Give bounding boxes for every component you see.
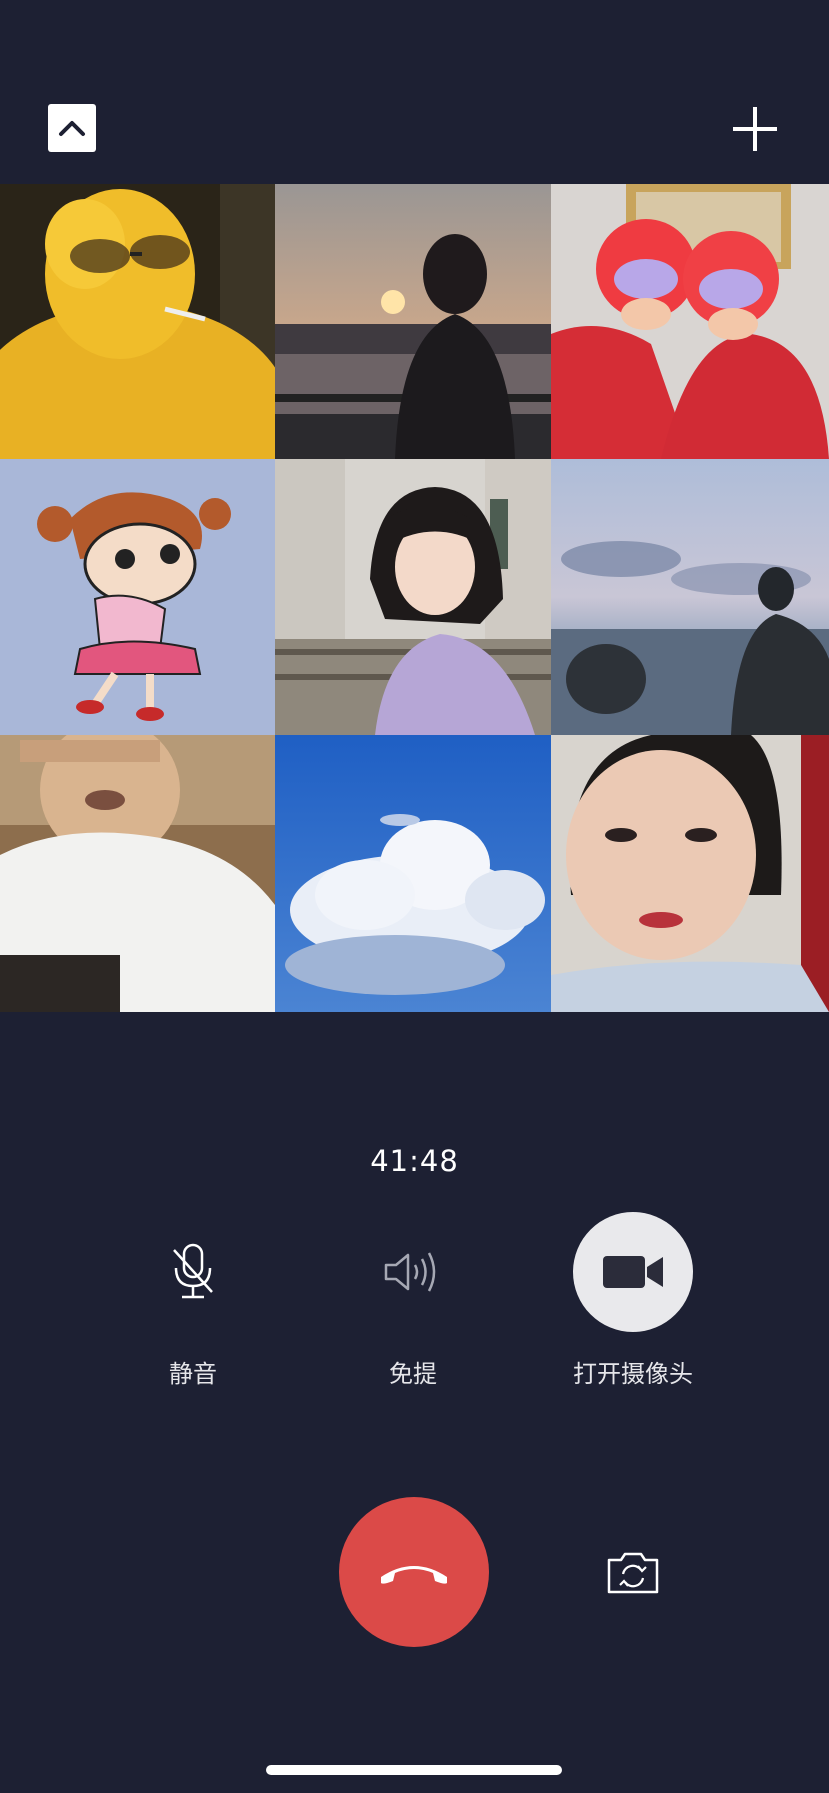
hang-up-button[interactable] — [339, 1497, 489, 1647]
mute-button[interactable] — [133, 1212, 253, 1332]
add-participant-button[interactable] — [730, 104, 780, 154]
participant-tile[interactable] — [0, 735, 275, 1012]
yellow-hood-avatar — [0, 184, 275, 459]
two-kids-helmets-avatar — [551, 184, 829, 459]
participant-tile[interactable] — [551, 459, 829, 735]
chevron-up-icon — [59, 121, 85, 136]
call-timer: 41:48 — [370, 1144, 459, 1178]
white-shirt-man-video — [0, 735, 275, 1012]
short-hair-girl-avatar — [275, 459, 551, 735]
sunset-girl-avatar — [275, 184, 551, 459]
camera-button[interactable] — [573, 1212, 693, 1332]
participant-tile[interactable] — [551, 735, 829, 1012]
top-bar — [0, 0, 829, 184]
camera-control[interactable]: 打开摄像头 — [558, 1212, 708, 1389]
speaker-label: 免提 — [389, 1360, 437, 1388]
speaker-control[interactable]: 免提 — [338, 1212, 488, 1389]
microphone-icon — [173, 1243, 213, 1299]
woman-selfie-video — [551, 735, 829, 1012]
collapse-button[interactable] — [48, 104, 96, 152]
participant-tile[interactable] — [275, 735, 551, 1012]
participant-tile[interactable] — [275, 184, 551, 459]
participants-grid — [0, 184, 829, 1012]
speaker-icon — [384, 1252, 436, 1292]
cartoon-girl-avatar — [0, 459, 275, 735]
mute-control[interactable]: 静音 — [118, 1212, 268, 1389]
blue-sky-clouds-avatar — [275, 735, 551, 1012]
speaker-button[interactable] — [353, 1212, 473, 1332]
plus-icon — [733, 107, 777, 151]
camera-label: 打开摄像头 — [573, 1360, 693, 1388]
switch-camera-icon — [607, 1552, 659, 1594]
mute-label: 静音 — [169, 1360, 217, 1388]
home-indicator[interactable] — [266, 1765, 562, 1775]
video-camera-icon — [603, 1256, 663, 1288]
switch-camera-button[interactable] — [605, 1550, 661, 1596]
participant-tile[interactable] — [551, 184, 829, 459]
participant-tile[interactable] — [275, 459, 551, 735]
phone-hangup-icon — [381, 1566, 447, 1584]
participant-tile[interactable] — [0, 184, 275, 459]
sea-man-avatar — [551, 459, 829, 735]
participant-tile[interactable] — [0, 459, 275, 735]
